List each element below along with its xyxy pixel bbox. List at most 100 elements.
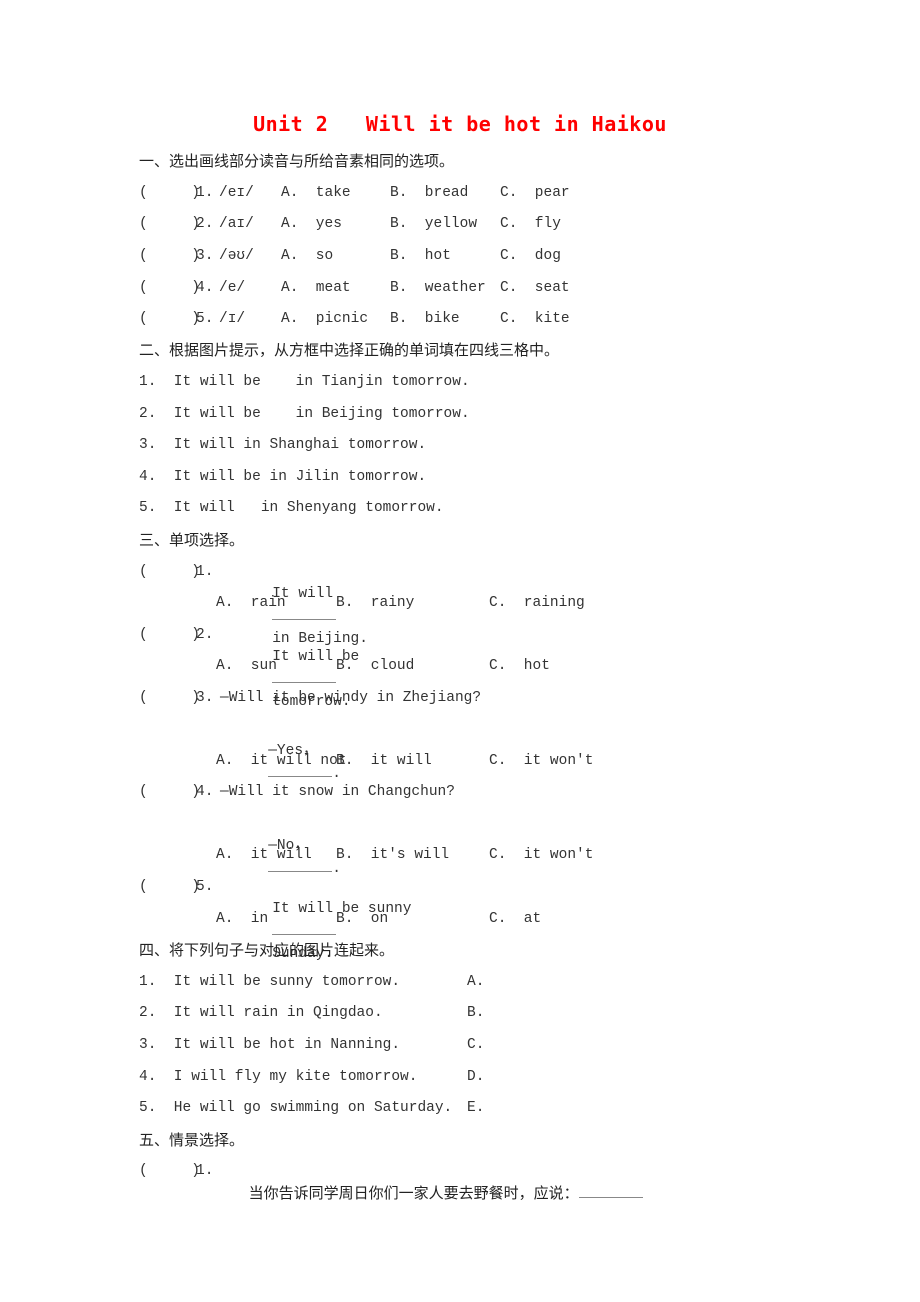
phoneme: /ɪ/	[219, 311, 246, 327]
answer-paren[interactable]: ( )	[139, 876, 200, 898]
question-number: 1.	[196, 564, 214, 580]
section-1-heading: 一、选出画线部分读音与所给音素相同的选项。	[139, 152, 455, 170]
question-number: 2.	[196, 627, 214, 643]
question-number: 1.	[196, 1163, 214, 1179]
option-b: B. it's will	[336, 847, 450, 863]
match-row-1: 1. It will be sunny tomorrow. A.	[139, 971, 484, 993]
option-b: B. it will	[336, 753, 432, 769]
option-a: A. meat	[281, 280, 351, 296]
option-b: B. rainy	[336, 595, 415, 611]
fill-sentence-2: 2. It will be in Beijing tomorrow.	[139, 406, 470, 422]
option-a: A. picnic	[281, 311, 369, 327]
match-row-2: 2. It will rain in Qingdao. B.	[139, 1002, 484, 1024]
phoneme: /eɪ/	[219, 185, 254, 201]
option-b: B. yellow	[390, 216, 478, 232]
answer-paren[interactable]: ( )	[139, 561, 200, 583]
match-letter: D.	[467, 1069, 485, 1085]
question-number: 1.	[196, 185, 214, 201]
mc-question-5: ( ) 5. It will be sunny Sunday.	[139, 876, 411, 962]
answer-paren[interactable]: ( )	[139, 277, 200, 299]
question-stem: —Will it snow in Changchun?	[220, 784, 455, 800]
match-row-5: 5. He will go swimming on Saturday. E.	[139, 1097, 484, 1119]
match-letter: C.	[467, 1037, 485, 1053]
answer-blank[interactable]	[578, 1183, 643, 1198]
question-number: 2.	[196, 216, 214, 232]
option-a: A. rain	[216, 595, 286, 611]
answer-blank[interactable]	[272, 920, 337, 935]
question-number: 3.	[196, 248, 214, 264]
question-number: 5.	[196, 311, 214, 327]
phonics-question-2: ( ) 2. /aɪ/ A. yes B. yellow C. fly	[139, 213, 561, 235]
option-c: C. raining	[489, 595, 585, 611]
mc-question-3: ( ) 3. —Will it be windy in Zhejiang?	[139, 687, 481, 709]
option-b: B. weather	[390, 280, 486, 296]
phonics-question-4: ( ) 4. /e/ A. meat B. weather C. seat	[139, 277, 570, 299]
match-letter: E.	[467, 1100, 485, 1116]
phoneme: /e/	[219, 280, 246, 296]
match-sentence: 4. I will fly my kite tomorrow.	[139, 1069, 418, 1085]
match-sentence: 1. It will be sunny tomorrow.	[139, 974, 401, 990]
option-c: C. hot	[489, 658, 550, 674]
fill-sentence-5: 5. It will in Shenyang tomorrow.	[139, 500, 444, 516]
mc-options-3: A. it will not B. it will C. it won't	[139, 750, 593, 772]
answer-paren[interactable]: ( )	[139, 182, 200, 204]
phoneme: /əʊ/	[219, 248, 254, 264]
match-sentence: 3. It will be hot in Nanning.	[139, 1037, 401, 1053]
match-letter: A.	[467, 974, 485, 990]
option-b: B. bike	[390, 311, 460, 327]
option-a: A. sun	[216, 658, 277, 674]
phonics-question-1: ( ) 1. /eɪ/ A. take B. bread C. pear	[139, 182, 570, 204]
option-a: A. it will not	[216, 753, 347, 769]
phonics-question-3: ( ) 3. /əʊ/ A. so B. hot C. dog	[139, 245, 561, 267]
mc-options-5: A. in B. on C. at	[139, 908, 541, 930]
mc-options-4: A. it will B. it's will C. it won't	[139, 844, 593, 866]
mc-question-1: ( ) 1. It will in Beijing.	[139, 561, 368, 647]
option-c: C. seat	[500, 280, 570, 296]
option-c: C. fly	[500, 216, 561, 232]
answer-paren[interactable]: ( )	[139, 687, 200, 709]
option-b: B. hot	[390, 248, 451, 264]
fill-sentence-3: 3. It will in Shanghai tomorrow.	[139, 437, 427, 453]
question-number: 5.	[196, 879, 214, 895]
option-c: C. pear	[500, 185, 570, 201]
match-row-4: 4. I will fly my kite tomorrow. D.	[139, 1066, 484, 1088]
answer-paren[interactable]: ( )	[139, 1160, 200, 1182]
answer-paren[interactable]: ( )	[139, 624, 200, 646]
answer-paren[interactable]: ( )	[139, 781, 200, 803]
option-b: B. on	[336, 911, 389, 927]
question-text: 当你告诉同学周日你们一家人要去野餐时，应说：	[220, 1160, 643, 1226]
section-4-heading: 四、将下列句子与对应的图片连起来。	[139, 941, 395, 959]
answer-paren[interactable]: ( )	[139, 245, 200, 267]
answer-blank[interactable]	[272, 668, 337, 683]
match-sentence: 5. He will go swimming on Saturday.	[139, 1100, 453, 1116]
question-stem: —Will it be windy in Zhejiang?	[220, 690, 482, 706]
option-a: A. yes	[281, 216, 342, 232]
mc-question-4: ( ) 4. —Will it snow in Changchun?	[139, 781, 455, 803]
worksheet-title: Unit 2 Will it be hot in Haikou	[253, 112, 667, 136]
section-3-heading: 三、单项选择。	[139, 531, 245, 549]
mc-options-1: A. rain B. rainy C. raining	[139, 592, 585, 614]
option-c: C. it won't	[489, 753, 594, 769]
match-letter: B.	[467, 1005, 485, 1021]
option-c: C. dog	[500, 248, 561, 264]
mc-answer-4: —No， .	[139, 813, 341, 877]
answer-paren[interactable]: ( )	[139, 213, 200, 235]
phoneme: /aɪ/	[219, 216, 254, 232]
answer-paren[interactable]: ( )	[139, 308, 200, 330]
section-5-heading: 五、情景选择。	[139, 1131, 245, 1149]
mc-question-2: ( ) 2. It will be tomorrow.	[139, 624, 359, 710]
mc-options-2: A. sun B. cloud C. hot	[139, 655, 550, 677]
question-number: 4.	[196, 280, 214, 296]
option-a: A. in	[216, 911, 269, 927]
option-b: B. bread	[390, 185, 469, 201]
fill-sentence-1: 1. It will be in Tianjin tomorrow.	[139, 374, 470, 390]
option-c: C. at	[489, 911, 542, 927]
option-c: C. kite	[500, 311, 570, 327]
worksheet-page: Unit 2 Will it be hot in Haikou 一、选出画线部分…	[0, 0, 920, 1302]
situation-question-1: ( ) 1. 当你告诉同学周日你们一家人要去野餐时，应说：	[139, 1160, 643, 1202]
phonics-question-5: ( ) 5. /ɪ/ A. picnic B. bike C. kite	[139, 308, 570, 330]
match-sentence: 2. It will rain in Qingdao.	[139, 1005, 383, 1021]
option-a: A. it will	[216, 847, 312, 863]
option-a: A. so	[281, 248, 334, 264]
question-number: 4.	[196, 784, 214, 800]
